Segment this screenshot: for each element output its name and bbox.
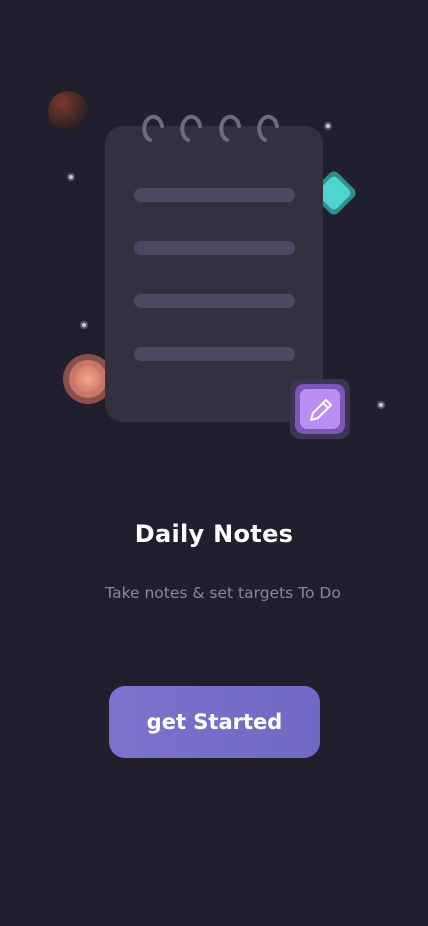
onboarding-subtitle: Take notes & set targets To Do — [105, 584, 341, 602]
onboarding-title: Daily Notes — [134, 520, 294, 548]
star-dot-icon — [377, 401, 385, 409]
star-dot-icon — [324, 122, 332, 130]
star-dot-icon — [80, 321, 88, 329]
hero-illustration — [48, 91, 385, 439]
pencil-icon — [290, 379, 350, 439]
get-started-button[interactable]: get Started — [109, 686, 320, 758]
notepad-illustration — [105, 114, 323, 422]
star-dot-icon — [67, 173, 75, 181]
planet-icon — [48, 91, 88, 131]
onboarding-screen: Daily Notes Take notes & set targets To … — [0, 0, 428, 926]
